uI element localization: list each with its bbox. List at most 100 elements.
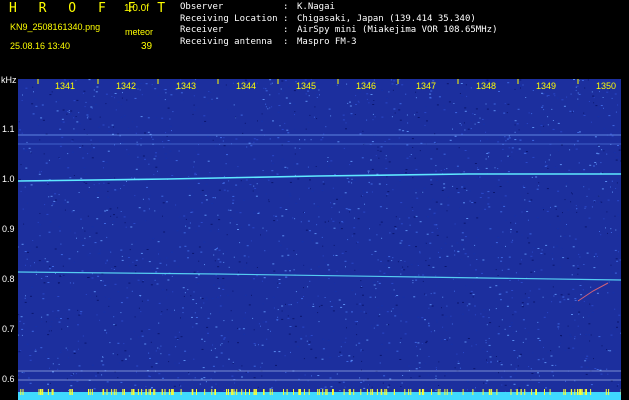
level-spike [204,389,206,395]
level-spike [423,389,425,395]
level-spike [286,389,288,395]
level-spike [584,389,586,395]
x-tick-1350: 1350 [596,81,617,91]
level-spike [360,389,362,395]
level-spike [524,389,526,395]
meteor-count: 39 [141,41,153,52]
level-spike [233,389,235,395]
level-spike [317,389,319,395]
level-spike [410,389,412,395]
level-spike [579,389,581,395]
spectrogram[interactable] [18,79,621,400]
level-spike [544,389,545,395]
level-spike [70,389,72,395]
level-spike [106,389,108,395]
level-spike [230,389,232,395]
level-spike [419,389,421,395]
x-tick-1341: 1341 [55,81,76,91]
level-spike [564,389,566,395]
header-panel: H R O F F T 1.0.0f KN9_2508161340.png 25… [0,0,629,78]
info-row-antenna: Receiving antenna: Maspro FM-3 [180,36,357,47]
y-tick-1-1: 1.1 [2,124,15,134]
level-spike [249,389,250,395]
level-spike [52,389,54,395]
level-spike [516,389,518,395]
level-spike [326,389,328,395]
level-spike [472,389,474,395]
level-spike [40,389,41,395]
level-spike [605,389,607,395]
y-axis-unit: kHz [1,75,17,85]
level-spike [372,389,374,395]
level-spike [431,389,432,395]
level-spike [437,389,439,395]
level-spike [563,389,565,395]
level-spike [520,389,522,395]
level-spike [115,389,117,395]
y-tick-0-9: 0.9 [2,224,15,234]
level-spike [386,389,388,395]
level-spike [325,389,327,395]
level-spike [580,389,582,395]
level-spike [586,389,587,395]
info-row-receiver: Receiver: AirSpy mini (Miakejima VOR 108.… [180,25,498,35]
level-spike [123,389,125,395]
level-spike [215,389,216,395]
info-row-observer: Observer: K.Nagai [180,2,335,12]
level-spike [482,389,484,395]
info-row-location: Receiving Location: Chigasaki, Japan (139… [180,13,476,24]
level-spike [496,389,498,395]
x-tick-1348: 1348 [476,81,497,91]
level-spike [168,389,170,395]
level-spike [408,389,410,395]
y-tick-0-6: 0.6 [2,374,15,384]
station-info: Observer: K.Nagai Receiving Location: Chig… [180,2,497,48]
level-spike [71,389,73,395]
detection-mode: meteor [125,27,154,37]
level-spike [172,389,174,395]
x-tick-1346: 1346 [356,81,377,91]
level-spike [113,389,115,395]
level-spike [269,389,271,395]
level-spike [366,389,368,395]
level-spike [255,389,257,395]
level-spike [170,389,172,395]
level-spike [154,389,156,395]
level-spike [150,389,151,395]
level-spike [384,389,386,395]
level-spike [571,389,573,395]
y-tick-0-7: 0.7 [2,324,15,334]
level-spike [228,389,229,395]
level-spike [271,389,273,395]
level-spike [191,389,193,395]
app-version: 1.0.0f [124,3,150,14]
level-spike [574,389,576,395]
level-spike [322,389,324,395]
level-spike [132,389,134,395]
level-spike [299,389,300,395]
level-spike [245,389,247,395]
level-spike [236,389,238,395]
level-spike [180,389,182,395]
level-spike [211,389,213,395]
level-spike [531,389,533,395]
level-spike [103,389,105,395]
x-tick-1343: 1343 [176,81,197,91]
x-tick-1345: 1345 [296,81,317,91]
level-spike [491,389,493,395]
level-spike [283,389,284,395]
capture-datetime: 25.08.16 13:40 [10,41,71,51]
level-spike [370,389,372,395]
level-spike [153,389,155,395]
x-tick-1344: 1344 [236,81,257,91]
level-spike [232,389,234,395]
spectrogram-canvas[interactable] [18,79,621,400]
y-tick-0-8: 0.8 [2,274,15,284]
level-spike [145,389,147,395]
level-spike [131,389,133,395]
level-spike [535,389,537,395]
level-spike [446,389,448,395]
level-spike [263,389,264,395]
x-tick-1342: 1342 [116,81,137,91]
level-spike [308,389,310,395]
